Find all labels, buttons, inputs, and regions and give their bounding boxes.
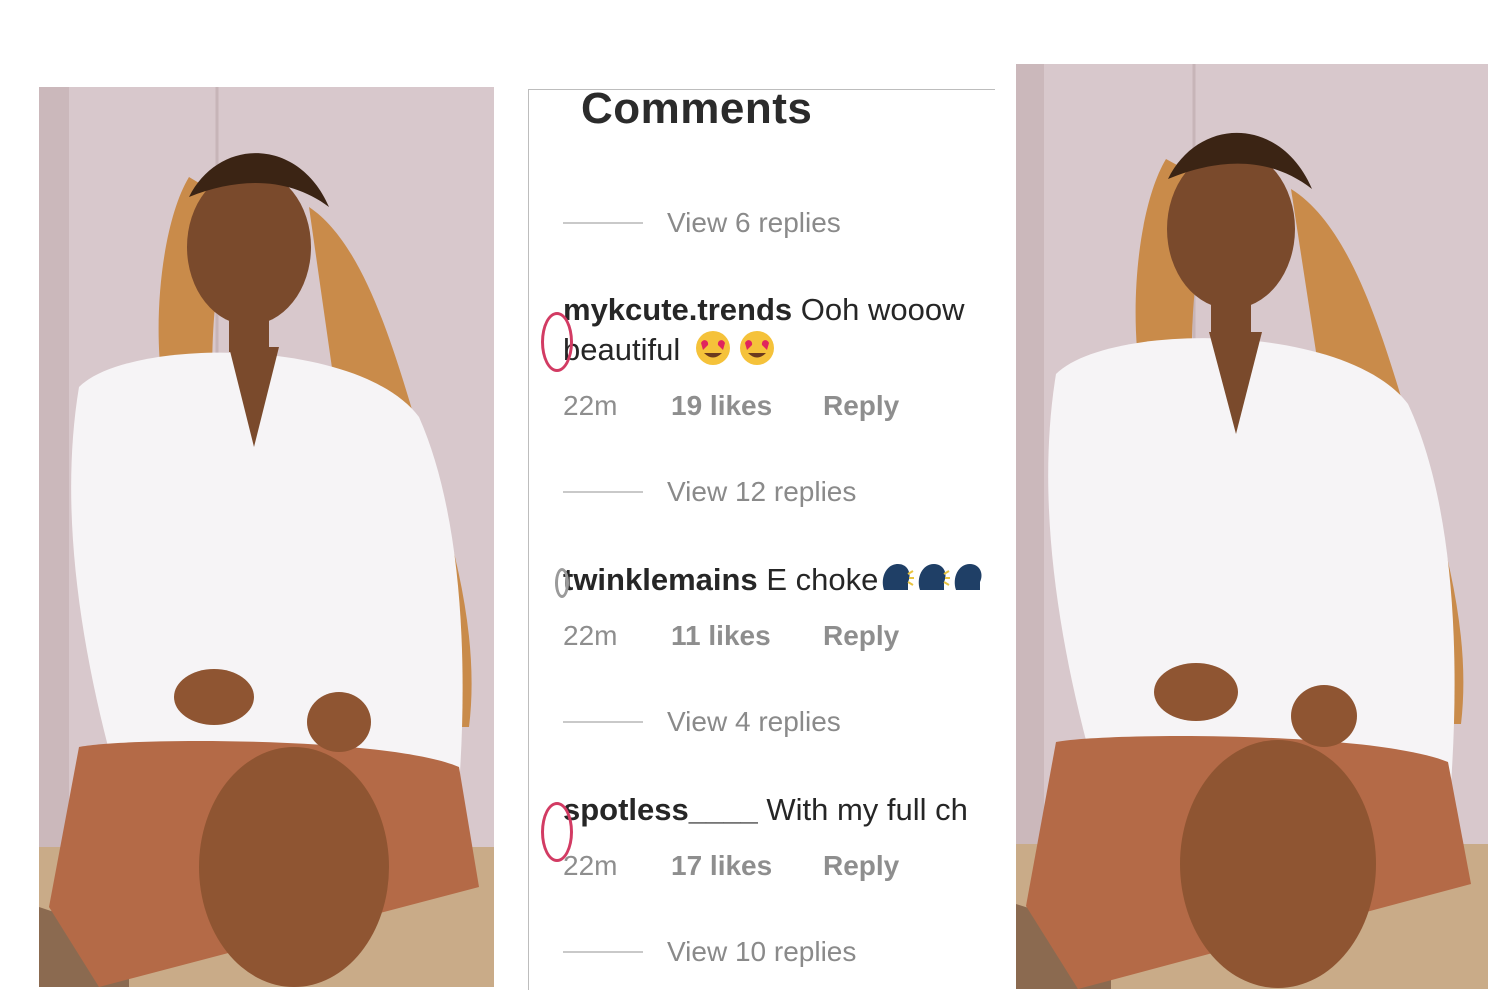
- comment-likes[interactable]: 19 likes: [671, 390, 823, 422]
- avatar[interactable]: [555, 568, 569, 598]
- comments-title: Comments: [581, 89, 813, 133]
- comment-text-continued: beautiful: [563, 332, 681, 367]
- reply-button[interactable]: Reply: [823, 620, 899, 652]
- view-replies-button[interactable]: View 12 replies: [563, 476, 857, 507]
- reply-thread-line: [563, 951, 643, 953]
- speaking-head-icon: [883, 564, 915, 590]
- comment-likes[interactable]: 11 likes: [671, 620, 823, 652]
- comment-item: twinklemains E choke 22m 11 likes Reply: [555, 560, 995, 651]
- reply-button[interactable]: Reply: [823, 850, 899, 882]
- view-replies-label: View 12 replies: [667, 476, 857, 507]
- avatar[interactable]: [541, 312, 573, 372]
- comment-time: 22m: [563, 390, 618, 421]
- reply-thread-line: [563, 721, 643, 723]
- comment-text: Ooh wooow: [800, 292, 965, 327]
- reply-thread-line: [563, 491, 643, 493]
- comment-item: spotless____ With my full ch 22m 17 like…: [541, 790, 995, 881]
- comment-username[interactable]: twinklemains: [563, 562, 758, 597]
- comment-meta: 22m 17 likes Reply: [563, 850, 899, 882]
- heart-eyes-emoji-icon: [739, 331, 774, 365]
- view-replies-label: View 10 replies: [667, 936, 857, 967]
- comment-time: 22m: [563, 850, 618, 881]
- view-replies-button[interactable]: View 10 replies: [563, 936, 857, 967]
- photo-right: [1016, 64, 1488, 989]
- comment-username[interactable]: mykcute.trends: [563, 292, 792, 327]
- comment-meta: 22m 11 likes Reply: [563, 620, 899, 652]
- woman-photo-right: [1016, 64, 1488, 989]
- comment-time: 22m: [563, 620, 618, 651]
- woman-photo-left: [39, 87, 494, 987]
- view-replies-label: View 6 replies: [667, 207, 841, 238]
- comment-item: mykcute.trends Ooh wooow beautiful 22m 1…: [541, 290, 995, 421]
- reply-thread-line: [563, 222, 643, 224]
- comment-username[interactable]: spotless____: [563, 792, 758, 827]
- comment-likes[interactable]: 17 likes: [671, 850, 823, 882]
- comment-text: With my full ch: [766, 792, 968, 827]
- speaking-head-icon: [955, 564, 982, 590]
- photo-left: [39, 87, 494, 987]
- view-replies-label: View 4 replies: [667, 706, 841, 737]
- reply-button[interactable]: Reply: [823, 390, 899, 422]
- speaking-head-icon: [919, 564, 951, 590]
- comment-meta: 22m 19 likes Reply: [563, 390, 899, 422]
- heart-eyes-emoji-icon: [695, 331, 730, 365]
- view-replies-button[interactable]: View 4 replies: [563, 706, 841, 737]
- comments-panel: Comments View 6 replies mykcute.trends O…: [528, 89, 995, 990]
- view-replies-button[interactable]: View 6 replies: [563, 207, 841, 238]
- comment-text: E choke: [766, 562, 879, 597]
